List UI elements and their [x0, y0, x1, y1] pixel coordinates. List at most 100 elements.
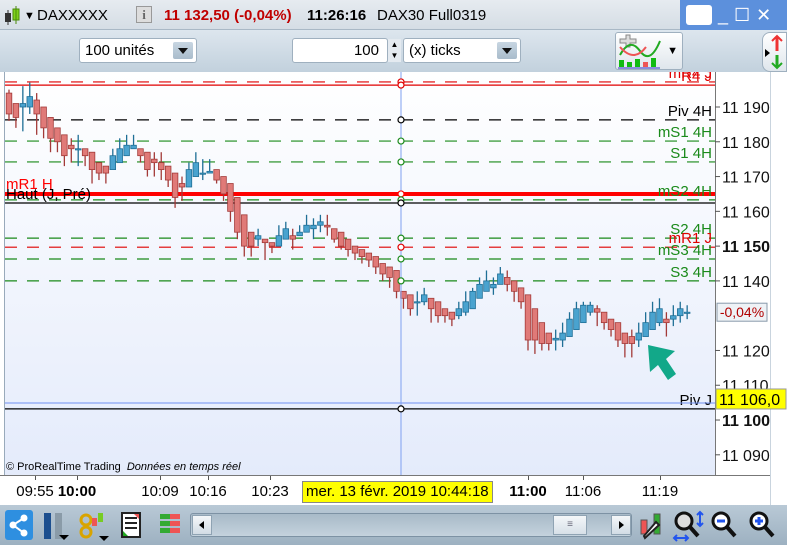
candle-body: [372, 256, 379, 268]
units-select[interactable]: 100 unités: [79, 38, 197, 63]
candle-body: [102, 165, 110, 174]
units-value: 100 unités: [85, 42, 155, 59]
candle-body: [344, 238, 352, 250]
candle-body: [490, 283, 497, 289]
chevron-down-icon[interactable]: [497, 42, 517, 59]
candle-body: [531, 308, 539, 341]
crosshair-marker: [397, 137, 405, 145]
window-controls: _ ☐ ✕: [680, 0, 787, 30]
crosshair-marker: [397, 277, 405, 285]
crosshair-marker: [397, 116, 405, 124]
candle-body: [247, 231, 255, 247]
chevron-down-icon[interactable]: [173, 42, 193, 59]
candle-body: [261, 238, 269, 244]
y-tick-label: 11 180: [722, 135, 770, 152]
info-icon[interactable]: i: [136, 6, 152, 23]
candle-body: [358, 249, 366, 257]
minimize-icon[interactable]: _: [718, 5, 728, 26]
x-tick: [528, 476, 529, 480]
candle-body: [441, 308, 449, 317]
symbol-dropdown-icon[interactable]: ▼: [24, 10, 35, 22]
tick-stepper[interactable]: ▲ ▼: [388, 39, 401, 62]
candle-body: [81, 148, 89, 157]
level-label: Piv 4H: [668, 103, 712, 120]
indicators-button[interactable]: ▼: [615, 32, 683, 70]
candle-body: [420, 294, 428, 303]
candle-body: [26, 96, 33, 108]
y-tick-label: 11 140: [722, 274, 770, 291]
x-tick: [77, 476, 78, 480]
layout-icon[interactable]: [42, 510, 70, 540]
candle-body: [164, 165, 172, 181]
share-icon[interactable]: [5, 510, 33, 540]
sync-button[interactable]: [762, 32, 787, 72]
candle-body: [88, 151, 96, 171]
candle-body: [524, 294, 532, 341]
symbol-name[interactable]: DAXXXXX: [37, 7, 108, 24]
candle-body: [600, 311, 608, 324]
tick-mode-select[interactable]: (x) ticks: [403, 38, 521, 63]
candle-body: [40, 106, 47, 129]
chart-settings-icon[interactable]: [638, 510, 666, 540]
zoom-out-icon[interactable]: [710, 510, 738, 540]
scroll-thumb[interactable]: ≡: [553, 515, 587, 535]
level-label: S1 4H: [670, 145, 712, 162]
annotation-arrow-icon: [648, 345, 676, 380]
candle-body: [275, 235, 283, 247]
zoom-in-icon[interactable]: [748, 510, 776, 540]
realtime-note: Données en temps réel: [126, 461, 241, 473]
crosshair-marker: [397, 81, 405, 89]
candle-body: [351, 245, 359, 254]
price-tag-label: 11 106,0: [719, 392, 780, 409]
crosshair-marker: [397, 158, 405, 166]
drawing-list-icon[interactable]: [120, 510, 148, 540]
candle-body: [268, 242, 276, 247]
candle-body: [227, 183, 234, 212]
candle-body: [199, 172, 206, 175]
close-icon[interactable]: ✕: [756, 5, 771, 26]
candle-body: [241, 214, 248, 247]
candle-body: [580, 304, 587, 324]
candlestick-chart[interactable]: mR4 JR4 JPiv 4HmS1 4HS1 4HmR1 HmS2 4HHau…: [0, 72, 787, 475]
time-axis[interactable]: mer. 13 févr. 2019 10:44:18 09:55 10:00 10…: [0, 475, 770, 505]
candle-body: [497, 273, 504, 285]
scroll-left-icon[interactable]: [192, 515, 212, 535]
horizontal-scrollbar[interactable]: ≡: [190, 513, 632, 537]
candle-body: [317, 221, 324, 226]
candle-body: [61, 134, 68, 157]
candle-body: [310, 224, 317, 230]
x-tick-label: 11:06: [564, 483, 602, 500]
candle-body: [538, 322, 546, 344]
tick-count-value: 100: [353, 42, 379, 59]
x-tick-label: 09:55: [16, 483, 54, 500]
candle-body: [670, 315, 677, 320]
x-tick: [583, 476, 584, 480]
candlestick-icon[interactable]: [4, 6, 22, 26]
candle-body: [206, 170, 213, 174]
maximize-icon[interactable]: ☐: [734, 5, 750, 26]
candle-body: [635, 332, 642, 341]
candle-body: [483, 280, 490, 292]
candle-body: [677, 308, 684, 317]
candle-body: [12, 103, 20, 118]
level-label: mS2 4H: [658, 183, 712, 200]
keyboard-icon[interactable]: [686, 5, 712, 25]
scroll-right-icon[interactable]: [611, 515, 631, 535]
candle-body: [656, 308, 663, 324]
candle-body: [5, 92, 13, 115]
link-icon[interactable]: [78, 510, 109, 541]
y-tick-label: 11 190: [722, 100, 770, 117]
auto-zoom-icon[interactable]: [672, 510, 704, 542]
crosshair-marker: [397, 243, 405, 251]
crosshair-marker: [397, 255, 405, 263]
crosshair-marker: [397, 199, 405, 207]
tick-count-input[interactable]: 100: [292, 38, 388, 63]
candle-body: [386, 266, 393, 278]
candle-body: [324, 224, 331, 228]
order-book-icon[interactable]: [158, 510, 186, 540]
candle-body: [427, 297, 435, 310]
candle-body: [607, 318, 615, 330]
y-tick-label: 11 100: [722, 413, 770, 430]
chevron-down-icon[interactable]: ▼: [667, 45, 678, 57]
instrument-name: DAX30 Full0319: [377, 7, 487, 24]
